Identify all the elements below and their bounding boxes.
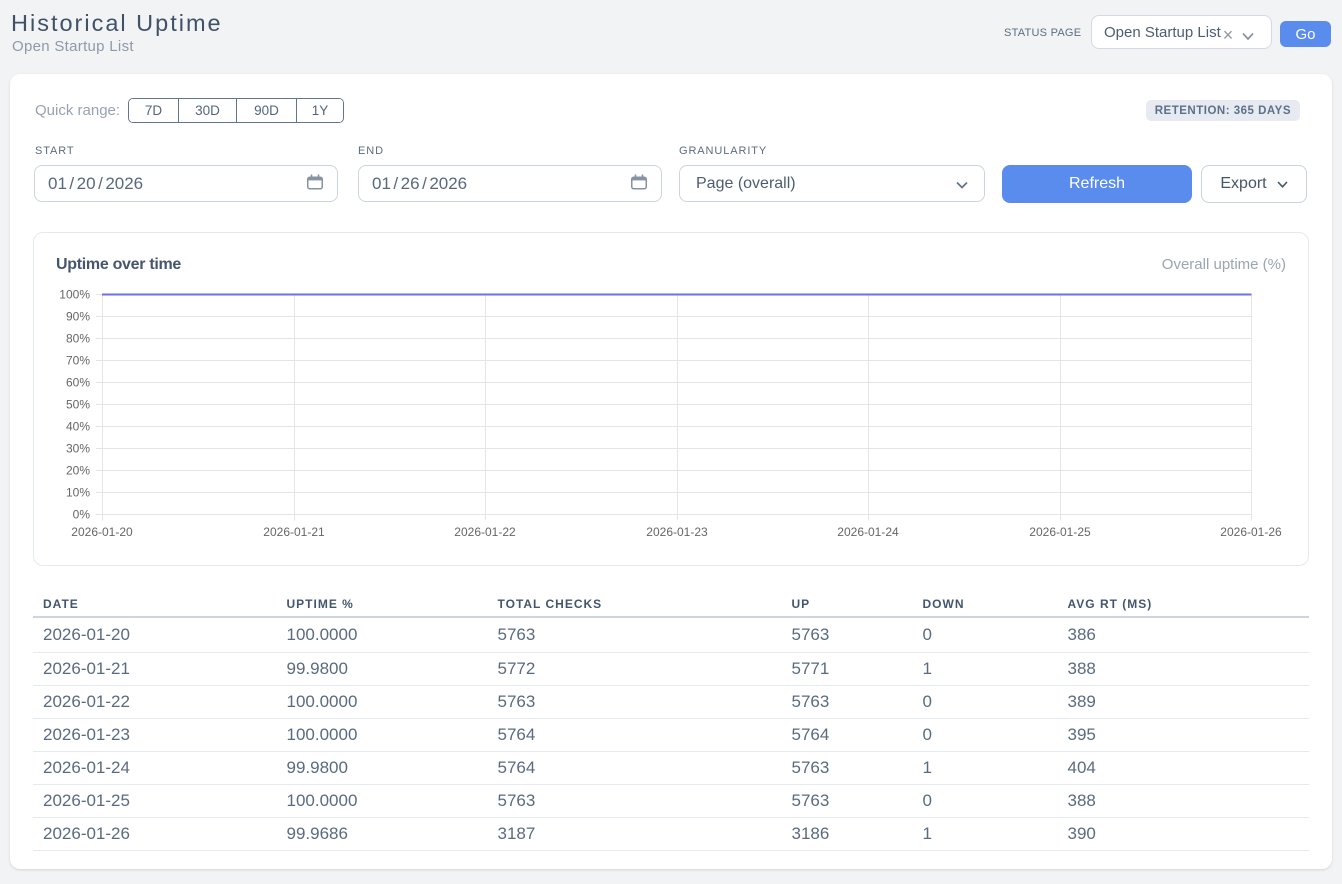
svg-text:2026-01-21: 2026-01-21	[263, 525, 325, 539]
svg-text:2026-01-23: 2026-01-23	[646, 525, 708, 539]
svg-text:50%: 50%	[66, 398, 90, 412]
svg-text:80%: 80%	[66, 332, 90, 346]
svg-text:2026-01-24: 2026-01-24	[837, 525, 899, 539]
svg-text:20%: 20%	[66, 464, 90, 478]
svg-text:2026-01-26: 2026-01-26	[1220, 525, 1282, 539]
svg-text:100%: 100%	[59, 288, 90, 302]
svg-text:70%: 70%	[66, 354, 90, 368]
svg-text:60%: 60%	[66, 376, 90, 390]
svg-text:2026-01-22: 2026-01-22	[454, 525, 516, 539]
svg-text:2026-01-20: 2026-01-20	[71, 525, 133, 539]
svg-text:90%: 90%	[66, 310, 90, 324]
svg-text:2026-01-25: 2026-01-25	[1029, 525, 1091, 539]
svg-text:40%: 40%	[66, 420, 90, 434]
svg-text:10%: 10%	[66, 486, 90, 500]
svg-text:0%: 0%	[73, 508, 91, 522]
svg-text:30%: 30%	[66, 442, 90, 456]
